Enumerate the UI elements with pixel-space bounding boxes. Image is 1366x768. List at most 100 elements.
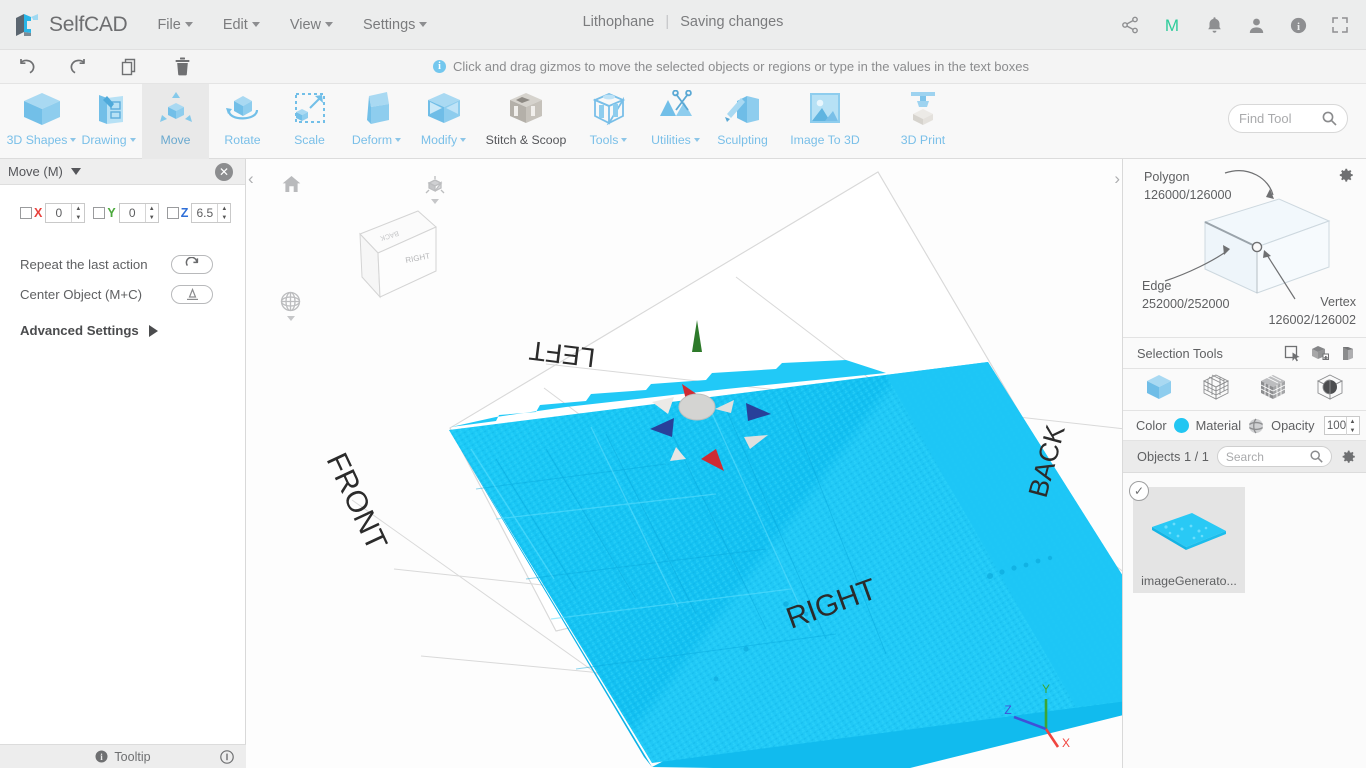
opacity-input-wrap[interactable]: ▲▼ — [1323, 416, 1360, 435]
drawing-pencil-icon — [87, 90, 131, 128]
axis-x-checkbox[interactable] — [20, 207, 32, 219]
viewport-label-left: LEFT — [528, 335, 597, 373]
menu-file[interactable]: File — [157, 17, 193, 33]
undo-icon[interactable] — [0, 58, 52, 75]
axis-z-stepper[interactable]: ▲ ▼ — [217, 204, 230, 222]
3d-viewport[interactable]: LEFT BACK FRONT RIGHT RIGHT BACK Y Z X ‹… — [246, 159, 1122, 768]
opacity-stepper[interactable]: ▲ ▼ — [1345, 417, 1359, 435]
ribbon-item-image-to-3d[interactable]: Image To 3D — [776, 84, 874, 159]
material-sphere-icon[interactable] — [1248, 418, 1264, 434]
objects-search-placeholder: Search — [1225, 449, 1264, 464]
svg-text:M: M — [1165, 16, 1179, 35]
axis-y-input[interactable] — [119, 206, 145, 220]
sphere-mode-icon[interactable] — [1315, 373, 1345, 406]
center-object-icon — [186, 287, 198, 300]
redo-icon[interactable] — [52, 58, 104, 75]
axis-y-label: Y — [107, 206, 116, 220]
center-object-button[interactable] — [171, 284, 213, 304]
material-label: Material — [1195, 418, 1242, 433]
grid-snap-icon[interactable] — [280, 291, 301, 321]
selection-tools-label: Selection Tools — [1137, 345, 1223, 361]
check-circle-icon[interactable]: ✓ — [1129, 481, 1149, 501]
ribbon-item-3d-shapes[interactable]: 3D Shapes — [6, 84, 77, 159]
repeat-last-action-button[interactable] — [171, 254, 213, 274]
ribbon-item-drawing[interactable]: Drawing — [75, 84, 142, 159]
perspective-camera-icon[interactable] — [424, 175, 446, 204]
chevron-down-icon[interactable] — [431, 199, 439, 204]
ribbon-item-tools[interactable]: Tools — [575, 84, 642, 159]
ribbon-item-utilities[interactable]: Utilities — [642, 84, 709, 159]
info-circle-icon[interactable]: i — [1288, 15, 1308, 35]
box-select-add-icon[interactable] — [1311, 345, 1329, 362]
user-account-icon[interactable] — [1246, 15, 1266, 35]
menu-settings[interactable]: Settings — [363, 17, 428, 33]
center-object-label: Center Object (M+C) — [20, 286, 143, 302]
find-tool-search[interactable]: Find Tool — [1228, 104, 1348, 133]
chevron-right-icon[interactable]: › — [1114, 169, 1120, 189]
ribbon-item-stitch-scoop[interactable]: Stitch & Scoop — [477, 84, 575, 159]
chevron-down-icon — [460, 138, 467, 142]
ribbon-item-sculpting[interactable]: Sculpting — [709, 84, 776, 159]
viewport-scene[interactable]: LEFT BACK FRONT RIGHT RIGHT BACK Y Z X — [246, 159, 1122, 768]
move-panel-header[interactable]: Move (M) ✕ — [0, 159, 245, 185]
ribbon-item-move[interactable]: Move — [142, 84, 209, 159]
rectangle-select-icon[interactable] — [1284, 345, 1301, 362]
polygon-mode-icon[interactable] — [1258, 373, 1288, 406]
gizmo-center-handle[interactable] — [678, 393, 716, 421]
object-name: imageGenerato... — [1133, 571, 1245, 593]
close-circle-icon[interactable]: ✕ — [215, 163, 233, 181]
box-select-through-icon[interactable] — [1339, 345, 1356, 362]
move-tool-panel: Move (M) ✕ X ▲▼ Y ▲▼ Z ▲▼ — [0, 159, 246, 768]
history-toolbar — [0, 57, 246, 76]
axis-z-input[interactable] — [192, 206, 218, 220]
tools-icon — [587, 90, 631, 128]
mobile-m-logo-icon[interactable]: M — [1162, 15, 1182, 35]
ribbon-label-modify: Modify — [420, 133, 458, 147]
axis-x-input[interactable] — [46, 206, 72, 220]
stitch-scoop-icon — [504, 90, 548, 128]
chevron-down-icon[interactable] — [287, 316, 295, 321]
ribbon-item-modify[interactable]: Modify — [410, 84, 477, 159]
lithophane-object[interactable] — [449, 360, 1122, 768]
list-item[interactable]: ✓ imageGenerato... — [1129, 481, 1245, 593]
copy-icon[interactable] — [104, 58, 156, 76]
axis-x-input-wrap[interactable]: ▲▼ — [45, 203, 86, 223]
vertex-count-value: 126002/126002 — [1268, 313, 1356, 328]
axis-x-stepper[interactable]: ▲ ▼ — [71, 204, 84, 222]
gear-icon[interactable] — [1340, 449, 1356, 465]
info-circle-outline-icon[interactable] — [220, 749, 234, 764]
home-view-icon[interactable] — [282, 175, 301, 198]
ribbon-item-3d-print[interactable]: 3D Print — [874, 84, 972, 159]
axis-y-stepper[interactable]: ▲ ▼ — [144, 204, 158, 222]
properties-panel: Polygon 126000/126000 Edge 252000/252000… — [1122, 159, 1366, 768]
chevron-down-icon[interactable] — [70, 168, 81, 175]
navigation-cube[interactable]: RIGHT BACK — [359, 210, 437, 299]
fullscreen-expand-icon[interactable] — [1330, 15, 1350, 35]
ribbon-label-3d-shapes: 3D Shapes — [6, 133, 68, 147]
object-mode-icon[interactable] — [1144, 373, 1174, 406]
menu-view[interactable]: View — [290, 17, 333, 33]
notifications-bell-icon[interactable] — [1204, 15, 1224, 35]
svg-text:i: i — [1296, 21, 1299, 33]
ribbon-label-move: Move — [160, 133, 191, 147]
vertex-mode-icon[interactable] — [1201, 373, 1231, 406]
axis-z-input-wrap[interactable]: ▲▼ — [191, 203, 232, 223]
objects-list-header: Objects 1 / 1 Search — [1123, 441, 1366, 473]
ribbon-item-scale[interactable]: Scale — [276, 84, 343, 159]
delete-trash-icon[interactable] — [156, 57, 208, 76]
axis-y-input-wrap[interactable]: ▲▼ — [118, 203, 159, 223]
share-icon[interactable] — [1120, 15, 1140, 35]
hint-bar: i Click and drag gizmos to move the sele… — [246, 59, 1216, 74]
ribbon-item-deform[interactable]: Deform — [343, 84, 410, 159]
color-swatch[interactable] — [1173, 418, 1189, 433]
ribbon-item-rotate[interactable]: Rotate — [209, 84, 276, 159]
axis-y-checkbox[interactable] — [93, 207, 106, 219]
brand-logo[interactable]: SelfCAD — [14, 11, 128, 39]
viewport-label-front: FRONT — [320, 448, 394, 556]
axis-z-checkbox[interactable] — [166, 207, 179, 219]
objects-search-input[interactable]: Search — [1216, 446, 1332, 467]
menu-edit[interactable]: Edit — [223, 17, 260, 33]
advanced-settings-toggle[interactable]: Advanced Settings — [0, 309, 245, 338]
chevron-left-icon[interactable]: ‹ — [248, 169, 254, 189]
object-thumbnail[interactable] — [1133, 487, 1245, 571]
